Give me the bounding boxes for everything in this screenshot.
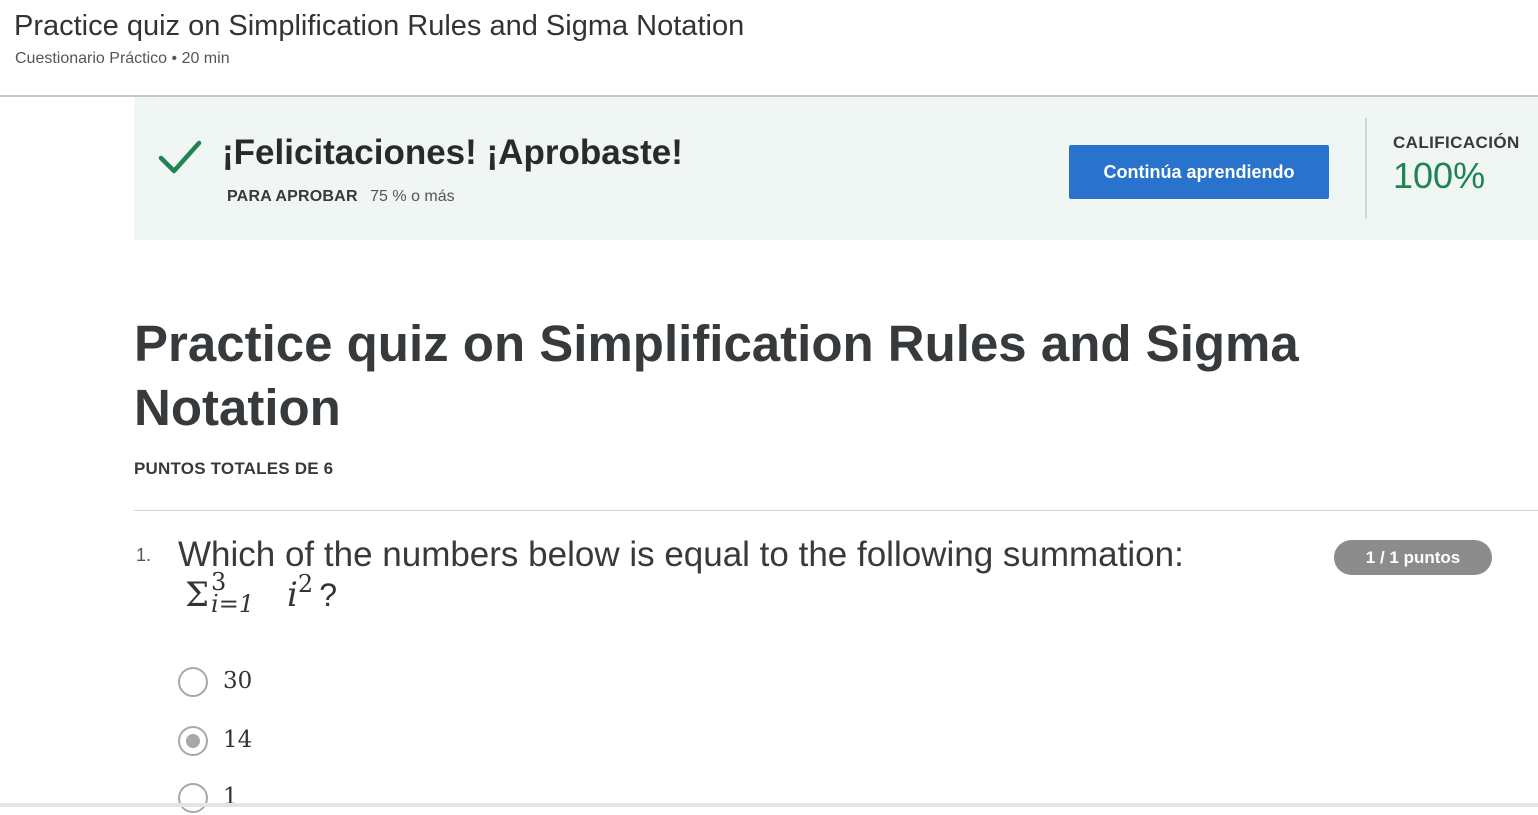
- question-summation: Σ 3 i=1 i2?: [185, 568, 337, 618]
- page-header-subtitle: Cuestionario Práctico • 20 min: [15, 50, 230, 67]
- banner-divider: [1365, 118, 1367, 219]
- summation-exponent: 2: [297, 570, 314, 598]
- page-header-title: Practice quiz on Simplification Rules an…: [14, 10, 745, 42]
- radio-button[interactable]: [178, 667, 208, 697]
- answer-option-label: 14: [223, 727, 253, 753]
- summation-limits: 3 i=1: [209, 568, 259, 618]
- radio-button-selected[interactable]: [178, 726, 208, 756]
- grade-value: 100%: [1393, 155, 1486, 196]
- top-bar: Practice quiz on Simplification Rules an…: [0, 0, 1538, 97]
- total-points: PUNTOS TOTALES DE 6: [134, 459, 334, 478]
- radio-button[interactable]: [178, 783, 208, 813]
- question-points-badge: 1 / 1 puntos: [1334, 540, 1492, 575]
- bottom-edge: [0, 803, 1538, 807]
- pass-requirement-value: 75 % o más: [370, 188, 455, 205]
- answer-option-label: 30: [223, 668, 253, 694]
- grade-label: CALIFICACIÓN: [1393, 133, 1520, 152]
- question-mark: ?: [319, 577, 337, 613]
- quiz-title: Practice quiz on Simplification Rules an…: [134, 315, 1299, 436]
- result-headline: ¡Felicitaciones! ¡Aprobaste!: [222, 133, 683, 172]
- summation-variable: i: [287, 575, 298, 615]
- summation-lower-limit: i=1: [211, 590, 255, 618]
- continue-learning-button[interactable]: Continúa aprendiendo: [1069, 145, 1329, 199]
- pass-requirement-label: PARA APROBAR: [227, 188, 358, 205]
- section-divider: [134, 510, 1538, 511]
- sigma-symbol: Σ: [185, 575, 210, 615]
- question-text: Which of the numbers below is equal to t…: [178, 535, 1184, 574]
- question-number: 1.: [136, 545, 152, 565]
- checkmark-icon: [158, 140, 202, 174]
- result-banner: ¡Felicitaciones! ¡Aprobaste! PARA APROBA…: [134, 97, 1538, 240]
- pass-requirement: PARA APROBAR 75 % o más: [227, 188, 455, 206]
